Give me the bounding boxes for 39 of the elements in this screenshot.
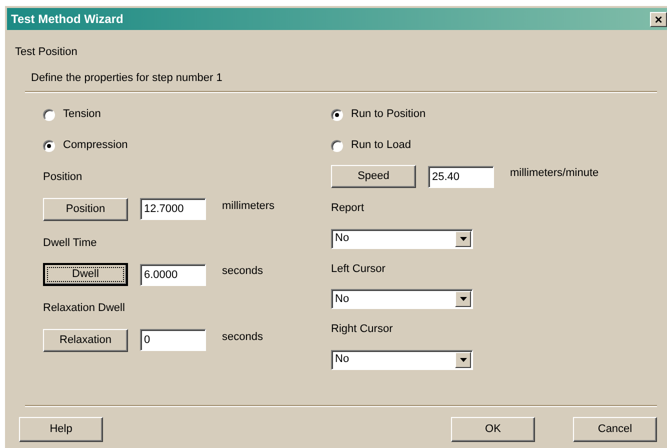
page-subtitle: Define the properties for step number 1 <box>31 70 224 86</box>
dropdown-value: No <box>335 292 350 307</box>
help-button[interactable]: Help <box>19 417 103 442</box>
unit-label: seconds <box>222 330 263 345</box>
text-field[interactable]: 12.7000 <box>140 198 206 220</box>
radio-label[interactable]: Compression <box>63 137 128 154</box>
field-label: Relaxation Dwell <box>43 301 126 316</box>
radio-label[interactable]: Tension <box>63 106 101 123</box>
dropdown[interactable]: No <box>331 350 473 370</box>
dropdown-value: No <box>335 231 350 246</box>
radio-button[interactable] <box>331 140 343 152</box>
action-button[interactable]: Dwell <box>43 263 128 286</box>
dropdown[interactable]: No <box>331 228 473 248</box>
text-field[interactable]: 25.40 <box>428 166 494 188</box>
radio-button[interactable] <box>43 108 55 120</box>
field-label: Position <box>43 170 84 185</box>
window-title: Test Method Wizard <box>11 11 124 28</box>
radio-button[interactable] <box>43 140 55 152</box>
field-label: Left Cursor <box>331 262 386 276</box>
action-button[interactable]: Position <box>43 198 128 220</box>
action-button[interactable]: Speed <box>331 165 416 188</box>
text-field[interactable]: 6.0000 <box>140 264 206 286</box>
radio-label[interactable]: Run to Load <box>351 137 411 154</box>
unit-label: seconds <box>222 264 263 280</box>
radio-label[interactable]: Run to Position <box>351 106 426 123</box>
action-button[interactable]: Relaxation <box>43 328 128 352</box>
field-label: Right Cursor <box>331 322 394 337</box>
close-button[interactable]: × <box>650 12 667 26</box>
field-label: Report <box>331 201 366 216</box>
dropdown-value: No <box>335 352 350 368</box>
page-title: Test Position <box>15 45 78 60</box>
unit-label: millimeters <box>222 198 275 214</box>
dialog-button[interactable]: OK <box>451 417 535 442</box>
radio-button[interactable] <box>331 108 343 120</box>
text-field[interactable]: 0 <box>140 329 206 351</box>
unit-label: millimeters/minute <box>510 166 599 182</box>
dialog-button[interactable]: Cancel <box>573 417 657 442</box>
dropdown[interactable]: No <box>331 289 473 309</box>
field-label: Dwell Time <box>43 236 98 250</box>
